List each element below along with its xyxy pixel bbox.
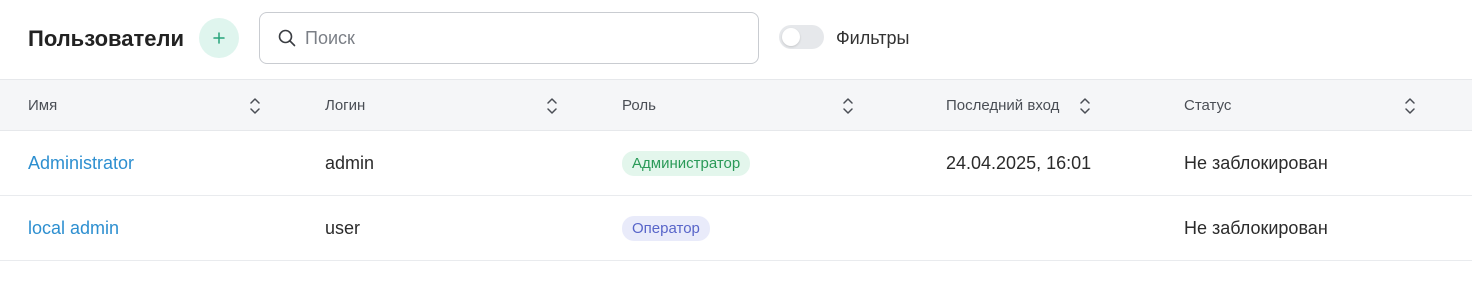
role-badge: Оператор (622, 215, 710, 241)
table-row[interactable]: Administrator admin Администратор 24.04.… (0, 130, 1472, 196)
cell-name: local admin (0, 195, 297, 261)
cell-status: Не заблокирован (1156, 195, 1472, 261)
sort-icon[interactable] (546, 96, 558, 116)
role-badge: Администратор (622, 150, 751, 176)
filters-label: Фильтры (836, 28, 910, 48)
search-box[interactable] (259, 12, 759, 64)
search-input[interactable] (305, 27, 745, 49)
column-header-status[interactable]: Статус (1156, 79, 1472, 131)
sort-icon[interactable] (1079, 96, 1091, 116)
user-name-link[interactable]: local admin (28, 218, 119, 238)
column-label: Имя (28, 96, 58, 114)
cell-last-login: 24.04.2025, 16:01 (918, 130, 1156, 196)
plus-icon (212, 31, 226, 45)
sort-icon[interactable] (842, 96, 854, 116)
add-user-button[interactable] (199, 18, 239, 58)
cell-status: Не заблокирован (1156, 130, 1472, 196)
column-header-login[interactable]: Логин (297, 79, 594, 131)
cell-last-login (918, 195, 1156, 261)
toolbar: Пользователи Фильтры (0, 0, 1472, 79)
column-label: Последний вход (946, 96, 1060, 114)
cell-login: user (297, 195, 594, 261)
table-row[interactable]: local admin user Оператор Не заблокирова… (0, 195, 1472, 261)
column-header-last-login[interactable]: Последний вход (918, 79, 1156, 131)
column-header-role[interactable]: Роль (594, 79, 918, 131)
column-label: Логин (325, 96, 366, 114)
search-icon (277, 28, 297, 48)
users-table: Имя Логин Роль Последний вход Статус Adm… (0, 79, 1472, 261)
sort-icon[interactable] (249, 96, 261, 116)
page-title: Пользователи (28, 26, 185, 51)
column-label: Роль (622, 96, 656, 114)
column-label: Статус (1184, 96, 1232, 114)
column-header-name[interactable]: Имя (0, 79, 297, 131)
cell-name: Administrator (0, 130, 297, 196)
user-name-link[interactable]: Administrator (28, 153, 134, 173)
cell-login: admin (297, 130, 594, 196)
toggle-knob (782, 28, 800, 46)
table-header-row: Имя Логин Роль Последний вход Статус (0, 79, 1472, 131)
sort-icon[interactable] (1404, 96, 1416, 116)
cell-role: Администратор (594, 130, 918, 196)
cell-role: Оператор (594, 195, 918, 261)
filters-toggle[interactable] (779, 25, 824, 49)
